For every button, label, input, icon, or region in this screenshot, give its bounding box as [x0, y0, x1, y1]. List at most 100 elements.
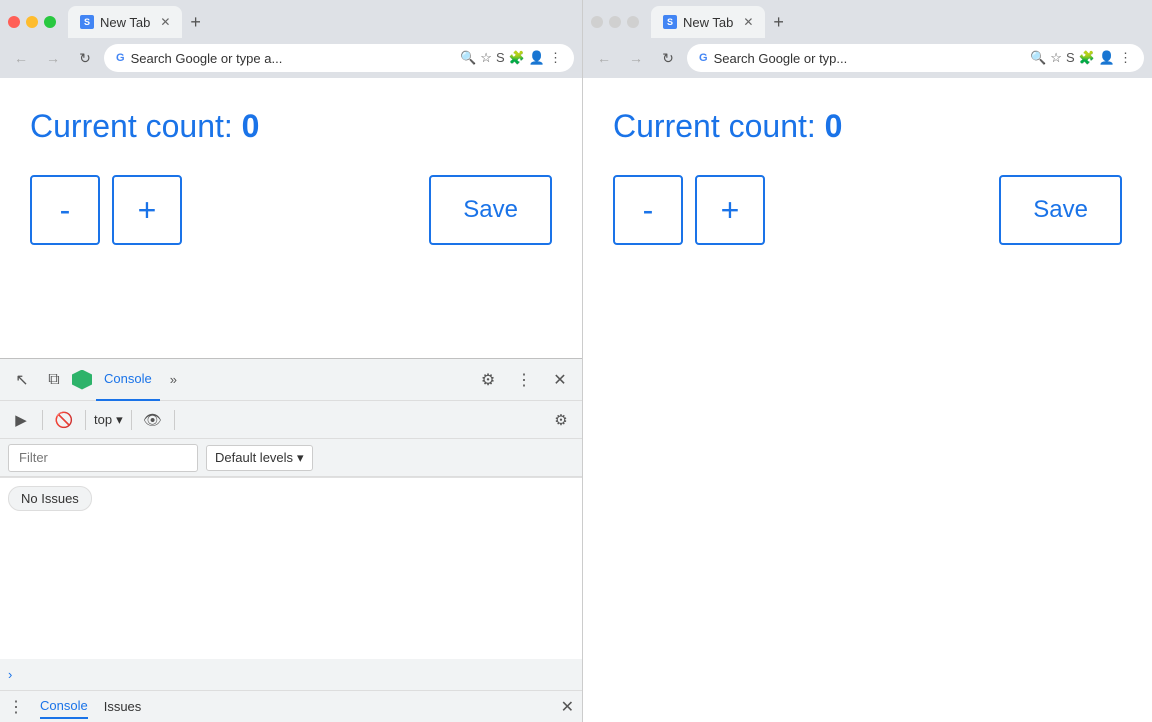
toolbar-divider-4: [174, 410, 175, 430]
browser-tab-left[interactable]: S New Tab ✕: [68, 6, 182, 38]
eye-icon[interactable]: 👁: [140, 407, 166, 433]
tab-favicon-left: S: [80, 15, 94, 29]
tab-bar-right: S New Tab ✕ +: [583, 0, 1152, 38]
left-browser-panel: S New Tab ✕ + ← → ↻ G Search Google or t…: [0, 0, 583, 722]
default-levels-button[interactable]: Default levels ▾: [206, 445, 313, 471]
decrement-button-right[interactable]: -: [613, 175, 683, 245]
bottom-dots-icon[interactable]: ⋮: [8, 697, 24, 717]
filter-input[interactable]: [8, 444, 198, 472]
tab-bar-left: S New Tab ✕ +: [0, 0, 582, 38]
play-icon[interactable]: ▶: [8, 407, 34, 433]
traffic-lights-right: [591, 16, 639, 28]
no-entry-icon[interactable]: 🚫: [51, 407, 77, 433]
toolbar-divider-2: [85, 410, 86, 430]
address-text-right: Search Google or typ...: [714, 51, 1025, 66]
address-icons-right: 🔍 ☆ S 🧩 👤 ⋮: [1030, 50, 1132, 66]
back-button-left[interactable]: ←: [8, 45, 34, 71]
address-input-right[interactable]: G Search Google or typ... 🔍 ☆ S 🧩 👤 ⋮: [687, 44, 1144, 72]
toolbar-divider-1: [42, 410, 43, 430]
browser-chrome-right: S New Tab ✕ + ← → ↻ G Search Google or t…: [583, 0, 1152, 78]
console-toolbar: ▶ 🚫 top ▾ 👁 ⚙: [0, 401, 582, 439]
reload-button-right[interactable]: ↻: [655, 45, 681, 71]
bottom-tab-console[interactable]: Console: [40, 694, 88, 719]
devtools-bottom-bar: ⋮ Console Issues ✕: [0, 690, 582, 722]
toolbar-divider-3: [131, 410, 132, 430]
minimize-window-button[interactable]: [26, 16, 38, 28]
tab-close-left[interactable]: ✕: [160, 15, 170, 29]
tab-favicon-right: S: [663, 15, 677, 29]
back-button-right[interactable]: ←: [591, 45, 617, 71]
address-text-left: Search Google or type a...: [131, 51, 455, 66]
count-label-left: Current count:: [30, 108, 242, 144]
reload-button-left[interactable]: ↻: [72, 45, 98, 71]
save-button-left[interactable]: Save: [429, 175, 552, 245]
traffic-lights-left: [8, 16, 56, 28]
save-button-right[interactable]: Save: [999, 175, 1122, 245]
console-prompt[interactable]: ›: [0, 659, 582, 690]
devtools-panel: ↖ ⧉ Console » ⚙ ⋮ ✕ ▶ 🚫 top ▾ 👁 ⚙: [0, 358, 582, 722]
console-body: No Issues: [0, 477, 582, 659]
element-selector-icon[interactable]: ↖: [8, 366, 36, 394]
profile-icon-right: 👤: [1099, 50, 1115, 66]
tab-close-right[interactable]: ✕: [743, 15, 753, 29]
devtools-close-button[interactable]: ✕: [546, 366, 574, 394]
count-value-left: 0: [242, 108, 260, 144]
bookmark-icon-left: ☆: [480, 50, 492, 66]
extensions-hex-icon: [72, 370, 92, 390]
default-levels-chevron-icon: ▾: [297, 450, 304, 466]
bottom-close-button[interactable]: ✕: [561, 697, 574, 717]
forward-button-left[interactable]: →: [40, 45, 66, 71]
no-issues-badge: No Issues: [8, 486, 92, 511]
extension-icon-s-right: S: [1066, 50, 1075, 66]
current-count-left: Current count: 0: [30, 108, 552, 145]
browser-chrome-left: S New Tab ✕ + ← → ↻ G Search Google or t…: [0, 0, 582, 78]
filter-bar: Default levels ▾: [0, 439, 582, 477]
puzzle-icon-left: 🧩: [509, 50, 525, 66]
current-count-right: Current count: 0: [613, 108, 1122, 145]
address-icons-left: 🔍 ☆ S 🧩 👤 ⋮: [460, 50, 562, 66]
address-input-left[interactable]: G Search Google or type a... 🔍 ☆ S 🧩 👤 ⋮: [104, 44, 574, 72]
maximize-window-button[interactable]: [44, 16, 56, 28]
address-bar-left: ← → ↻ G Search Google or type a... 🔍 ☆ S…: [0, 38, 582, 78]
devtools-more-tabs[interactable]: »: [164, 368, 183, 391]
google-logo-right: G: [699, 52, 708, 64]
button-row-left: - + Save: [30, 175, 552, 245]
default-levels-label: Default levels: [215, 450, 293, 465]
close-window-button[interactable]: [8, 16, 20, 28]
increment-button-right[interactable]: +: [695, 175, 765, 245]
tab-title-right: New Tab: [683, 15, 733, 30]
puzzle-icon-right: 🧩: [1079, 50, 1095, 66]
menu-icon-right: ⋮: [1119, 50, 1132, 66]
top-frame-selector[interactable]: top ▾: [94, 412, 123, 428]
new-tab-button-left[interactable]: +: [186, 12, 205, 33]
menu-icon-left: ⋮: [549, 50, 562, 66]
top-chevron-icon: ▾: [116, 412, 123, 428]
close-window-right: [591, 16, 603, 28]
device-toggle-icon[interactable]: ⧉: [40, 366, 68, 394]
bottom-tab-issues[interactable]: Issues: [104, 695, 142, 718]
extension-icon-s-left: S: [496, 50, 505, 66]
top-label: top: [94, 412, 112, 427]
devtools-settings-icon[interactable]: ⚙: [474, 366, 502, 394]
google-logo-left: G: [116, 52, 125, 64]
right-browser-panel: S New Tab ✕ + ← → ↻ G Search Google or t…: [583, 0, 1152, 722]
new-tab-button-right[interactable]: +: [769, 12, 788, 33]
search-icon-right: 🔍: [1030, 50, 1046, 66]
forward-button-right[interactable]: →: [623, 45, 649, 71]
page-content-right: Current count: 0 - + Save: [583, 78, 1152, 722]
maximize-window-right: [627, 16, 639, 28]
increment-button-left[interactable]: +: [112, 175, 182, 245]
devtools-tabs-bar: ↖ ⧉ Console » ⚙ ⋮ ✕: [0, 359, 582, 401]
minimize-window-right: [609, 16, 621, 28]
console-settings-icon[interactable]: ⚙: [548, 407, 574, 433]
browser-tab-right[interactable]: S New Tab ✕: [651, 6, 765, 38]
devtools-dots-icon[interactable]: ⋮: [510, 366, 538, 394]
tab-title-left: New Tab: [100, 15, 150, 30]
button-row-right: - + Save: [613, 175, 1122, 245]
page-content-left: Current count: 0 - + Save: [0, 78, 582, 358]
address-bar-right: ← → ↻ G Search Google or typ... 🔍 ☆ S 🧩 …: [583, 38, 1152, 78]
count-value-right: 0: [825, 108, 843, 144]
console-tab[interactable]: Console: [96, 359, 160, 401]
search-icon-left: 🔍: [460, 50, 476, 66]
decrement-button-left[interactable]: -: [30, 175, 100, 245]
